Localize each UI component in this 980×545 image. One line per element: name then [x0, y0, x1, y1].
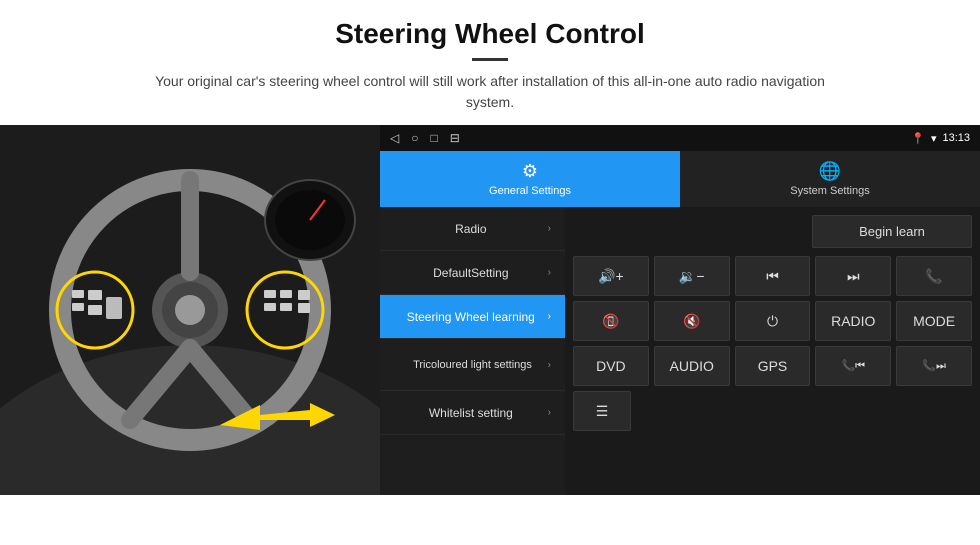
tab-general-settings[interactable]: ⚙ General Settings — [380, 151, 680, 207]
whitelist-icon: ☰ — [596, 403, 609, 420]
power-button[interactable]: ⏻ — [735, 301, 811, 341]
steering-wheel-image — [0, 125, 380, 495]
mode-button[interactable]: MODE — [896, 301, 972, 341]
menu-item-whitelist[interactable]: Whitelist setting › — [380, 391, 565, 435]
android-screen: ◁ ○ □ ⊟ 📍 ▾ 13:13 ⚙ General Settings 🌐 S… — [380, 125, 980, 495]
location-icon: 📍 — [911, 132, 925, 145]
menu-steering-label: Steering Wheel learning — [394, 310, 548, 324]
menu-default-label: DefaultSetting — [394, 266, 548, 280]
audio-button[interactable]: AUDIO — [654, 346, 730, 386]
home-icon[interactable]: ○ — [411, 131, 418, 145]
settings-area: Radio › DefaultSetting › Steering Wheel … — [380, 207, 980, 495]
left-menu: Radio › DefaultSetting › Steering Wheel … — [380, 207, 565, 495]
chevron-icon-tricoloured: › — [548, 359, 551, 370]
tab-system-settings[interactable]: 🌐 System Settings — [680, 151, 980, 207]
recents-icon[interactable]: □ — [430, 131, 437, 145]
next-track-icon: ⏭ — [847, 268, 860, 285]
header-divider — [472, 58, 508, 61]
tab-bar: ⚙ General Settings 🌐 System Settings — [380, 151, 980, 207]
hang-up-button[interactable]: 📵 — [573, 301, 649, 341]
vol-up-icon: 🔊+ — [598, 268, 624, 285]
control-row-2: 📵 🔇 ⏻ RADIO MODE — [573, 301, 972, 341]
control-row-3: DVD AUDIO GPS 📞⏮ 📞⏭ — [573, 346, 972, 386]
menu-item-steering[interactable]: Steering Wheel learning › — [380, 295, 565, 339]
vol-up-button[interactable]: 🔊+ — [573, 256, 649, 296]
control-grid: 🔊+ 🔉− ⏮ ⏭ 📞 — [573, 256, 972, 431]
nav-icons: ◁ ○ □ ⊟ — [390, 131, 460, 145]
tab-general-label: General Settings — [489, 185, 571, 197]
menu-whitelist-label: Whitelist setting — [394, 406, 548, 420]
vol-down-button[interactable]: 🔉− — [654, 256, 730, 296]
gps-button[interactable]: GPS — [735, 346, 811, 386]
wifi-icon: ▾ — [931, 132, 937, 145]
radio-label: RADIO — [831, 313, 875, 329]
page-title: Steering Wheel Control — [40, 18, 940, 50]
power-icon: ⏻ — [767, 313, 778, 330]
page-header: Steering Wheel Control Your original car… — [0, 0, 980, 125]
menu-tricoloured-label: Tricoloured light settings — [413, 359, 532, 371]
chevron-icon-default: › — [548, 267, 551, 278]
header-subtitle: Your original car's steering wheel contr… — [130, 71, 850, 113]
status-icons: 📍 ▾ 13:13 — [911, 132, 970, 145]
whitelist-row: ☰ — [573, 391, 972, 431]
hang-up-icon: 📵 — [602, 313, 619, 330]
begin-learn-row: Begin learn — [573, 215, 972, 248]
mute-icon: 🔇 — [683, 313, 700, 330]
phone-next-icon: 📞⏭ — [922, 359, 946, 373]
dvd-label: DVD — [596, 358, 626, 374]
screenshot-icon[interactable]: ⊟ — [450, 131, 460, 145]
chevron-icon-steering: › — [548, 311, 551, 322]
phone-answer-button[interactable]: 📞 — [896, 256, 972, 296]
time-display: 13:13 — [942, 132, 970, 144]
status-bar: ◁ ○ □ ⊟ 📍 ▾ 13:13 — [380, 125, 980, 151]
mute-button[interactable]: 🔇 — [654, 301, 730, 341]
audio-label: AUDIO — [670, 358, 714, 374]
phone-next-button[interactable]: 📞⏭ — [896, 346, 972, 386]
menu-item-default[interactable]: DefaultSetting › — [380, 251, 565, 295]
gear-icon: ⚙ — [522, 161, 538, 182]
phone-prev-button[interactable]: 📞⏮ — [815, 346, 891, 386]
prev-track-icon: ⏮ — [766, 268, 779, 285]
chevron-icon-radio: › — [548, 223, 551, 234]
mode-label: MODE — [913, 313, 955, 329]
prev-track-button[interactable]: ⏮ — [735, 256, 811, 296]
phone-answer-icon: 📞 — [925, 268, 942, 285]
menu-item-radio[interactable]: Radio › — [380, 207, 565, 251]
radio-button[interactable]: RADIO — [815, 301, 891, 341]
back-icon[interactable]: ◁ — [390, 131, 399, 145]
menu-radio-label: Radio — [394, 222, 548, 236]
begin-learn-button[interactable]: Begin learn — [812, 215, 972, 248]
right-panel: Begin learn 🔊+ 🔉− ⏮ — [565, 207, 980, 495]
chevron-icon-whitelist: › — [548, 407, 551, 418]
menu-item-tricoloured[interactable]: Tricoloured light settings › — [380, 339, 565, 391]
gps-label: GPS — [758, 358, 788, 374]
main-content: ◁ ○ □ ⊟ 📍 ▾ 13:13 ⚙ General Settings 🌐 S… — [0, 125, 980, 495]
control-row-1: 🔊+ 🔉− ⏮ ⏭ 📞 — [573, 256, 972, 296]
tab-system-label: System Settings — [790, 185, 869, 197]
next-track-button[interactable]: ⏭ — [815, 256, 891, 296]
dvd-button[interactable]: DVD — [573, 346, 649, 386]
vol-down-icon: 🔉− — [679, 268, 705, 285]
whitelist-icon-button[interactable]: ☰ — [573, 391, 631, 431]
globe-icon: 🌐 — [819, 161, 841, 182]
phone-prev-icon: 📞⏮ — [841, 359, 865, 373]
